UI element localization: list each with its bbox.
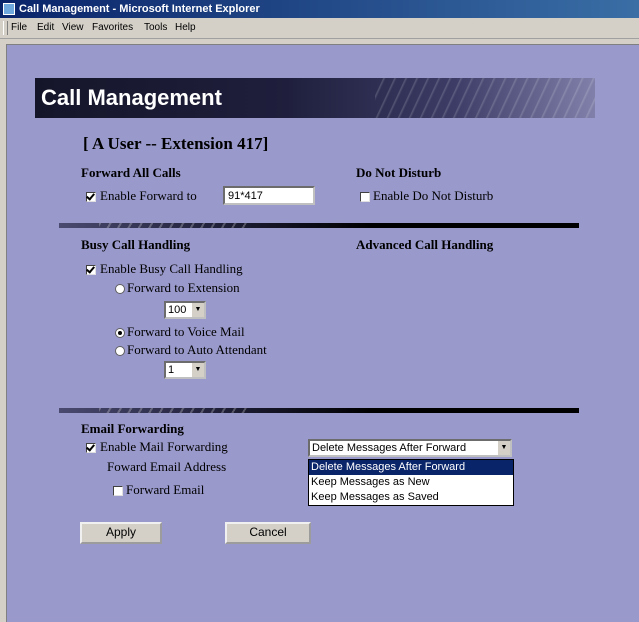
page-content: Call Management [ A User -- Extension 41… [6, 44, 639, 622]
menu-tools[interactable]: Tools [144, 18, 167, 38]
window-titlebar: Call Management - Microsoft Internet Exp… [0, 0, 639, 18]
cancel-button[interactable]: Cancel [225, 522, 311, 544]
enable-forward-label: Enable Forward to [100, 188, 197, 203]
menu-favorites[interactable]: Favorites [92, 18, 133, 38]
enable-forward-checkbox[interactable] [86, 192, 96, 202]
forward-voicemail-label: Forward to Voice Mail [127, 324, 245, 339]
dnd-checkbox[interactable] [360, 192, 370, 202]
page-banner: Call Management [35, 78, 595, 118]
window-title: Call Management - Microsoft Internet Exp… [19, 3, 260, 15]
email-enable-checkbox[interactable] [86, 443, 96, 453]
dropdown-option-keep-new[interactable]: Keep Messages as New [309, 475, 513, 490]
forward-extension-label: Forward to Extension [127, 280, 240, 295]
forward-extension-radio[interactable] [115, 284, 125, 294]
extension-select[interactable]: 100 ▼ [164, 301, 206, 319]
dnd-heading: Do Not Disturb [356, 165, 442, 180]
user-extension-heading: [ A User -- Extension 417] [83, 134, 269, 153]
section-divider-1 [59, 223, 579, 228]
ie-app-icon [3, 3, 15, 15]
forward-auto-attendant-radio[interactable] [115, 346, 125, 356]
email-action-select[interactable]: Delete Messages After Forward ▼ [308, 439, 512, 457]
auto-attendant-select-value: 1 [168, 364, 175, 376]
menu-bar: File Edit View Favorites Tools Help [0, 18, 639, 39]
busy-heading: Busy Call Handling [81, 237, 191, 252]
page-title: Call Management [41, 85, 222, 110]
dnd-label: Enable Do Not Disturb [373, 188, 494, 203]
busy-enable-checkbox[interactable] [86, 265, 96, 275]
menu-help[interactable]: Help [175, 18, 196, 38]
email-forwarding-heading: Email Forwarding [81, 421, 184, 436]
menu-edit[interactable]: Edit [37, 18, 54, 38]
email-enable-label: Enable Mail Forwarding [100, 439, 228, 454]
busy-enable-label: Enable Busy Call Handling [100, 261, 243, 276]
dropdown-arrow-icon[interactable]: ▼ [191, 363, 204, 377]
email-action-select-value: Delete Messages After Forward [312, 442, 467, 454]
dropdown-option-keep-saved[interactable]: Keep Messages as Saved [309, 490, 513, 505]
banner-decoration [375, 78, 595, 118]
toolbar-grip[interactable] [3, 21, 8, 35]
auto-attendant-select[interactable]: 1 ▼ [164, 361, 206, 379]
menu-view[interactable]: View [62, 18, 84, 38]
dropdown-arrow-icon[interactable]: ▼ [497, 441, 510, 455]
dropdown-arrow-icon[interactable]: ▼ [191, 303, 204, 317]
forward-email-checkbox[interactable] [113, 486, 123, 496]
email-action-dropdown-list: Delete Messages After Forward Keep Messa… [308, 459, 514, 506]
apply-button[interactable]: Apply [80, 522, 162, 544]
dropdown-option-delete[interactable]: Delete Messages After Forward [309, 460, 513, 475]
forward-all-heading: Forward All Calls [81, 165, 181, 180]
menu-file[interactable]: File [11, 18, 27, 38]
forward-voicemail-radio[interactable] [115, 328, 125, 338]
forward-auto-attendant-label: Forward to Auto Attendant [127, 342, 267, 357]
forward-number-input[interactable] [223, 186, 315, 205]
extension-select-value: 100 [168, 304, 187, 316]
email-address-label: Foward Email Address [107, 459, 227, 474]
forward-email-label: Forward Email [126, 482, 205, 497]
advanced-heading[interactable]: Advanced Call Handling [356, 237, 493, 253]
section-divider-2 [59, 408, 579, 413]
